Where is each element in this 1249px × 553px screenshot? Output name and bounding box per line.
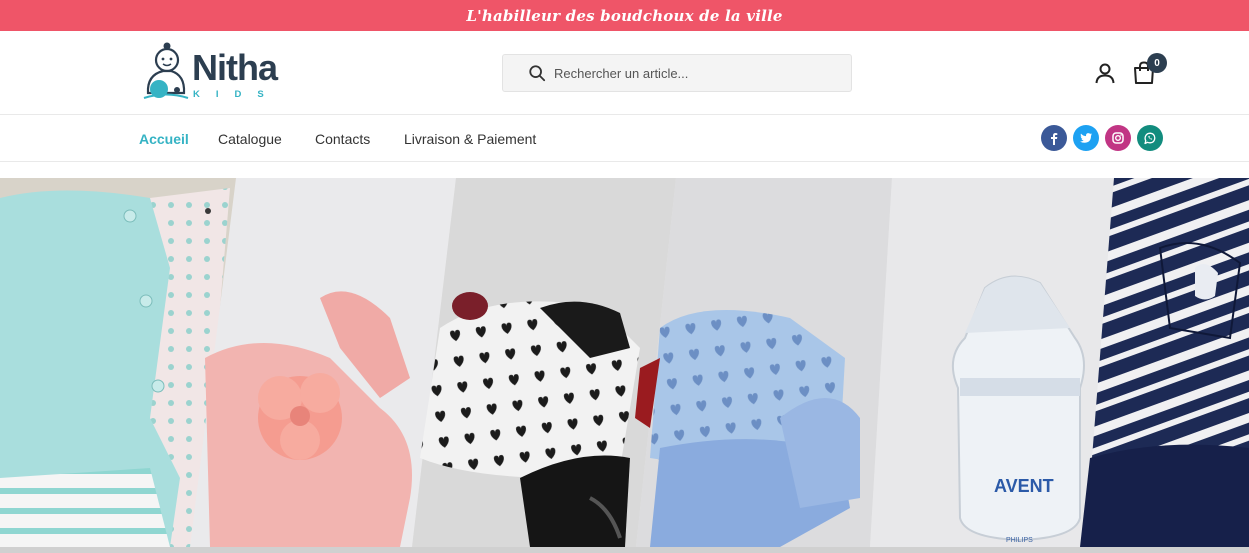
logo-name: Nitha: [192, 47, 278, 88]
nav-item-accueil[interactable]: Accueil: [139, 131, 189, 147]
philips-brand-text: PHILIPS: [1006, 537, 1033, 544]
hero-collage: AVENT PHILIPS: [0, 178, 1249, 547]
announcement-text: L'habilleur des boudchoux de la ville: [466, 6, 783, 25]
search-box[interactable]: [502, 54, 852, 92]
site-header: Nitha KIDS 0: [0, 31, 1249, 115]
logo[interactable]: Nitha KIDS: [141, 41, 291, 103]
nav-item-contacts[interactable]: Contacts: [315, 131, 370, 147]
instagram-icon[interactable]: [1105, 125, 1131, 151]
hero-bottom-bar: [0, 547, 1249, 553]
hero-banner[interactable]: AVENT PHILIPS: [0, 178, 1249, 547]
nav-item-catalogue[interactable]: Catalogue: [218, 131, 282, 147]
blue-heart-bootie-photo: [635, 178, 892, 547]
announcement-bar: L'habilleur des boudchoux de la ville: [0, 0, 1249, 31]
user-icon[interactable]: [1093, 61, 1117, 85]
heart-print-patent-shoe-photo: [412, 178, 676, 547]
pink-flower-sandal-photo: [190, 178, 456, 547]
search-icon[interactable]: [528, 64, 546, 82]
avent-brand-text: AVENT: [994, 476, 1054, 496]
nav-item-livraison[interactable]: Livraison & Paiement: [404, 131, 536, 147]
cart-count-badge[interactable]: 0: [1147, 53, 1167, 73]
baby-logo-icon: [143, 42, 189, 99]
avent-bottle-photo: AVENT PHILIPS: [870, 178, 1114, 547]
whatsapp-icon[interactable]: [1137, 125, 1163, 151]
main-nav: Accueil Catalogue Contacts Livraison & P…: [0, 115, 1249, 162]
twitter-icon[interactable]: [1073, 125, 1099, 151]
search-input[interactable]: [554, 65, 844, 81]
facebook-icon[interactable]: [1041, 125, 1067, 151]
logo-subtitle: KIDS: [193, 89, 280, 100]
